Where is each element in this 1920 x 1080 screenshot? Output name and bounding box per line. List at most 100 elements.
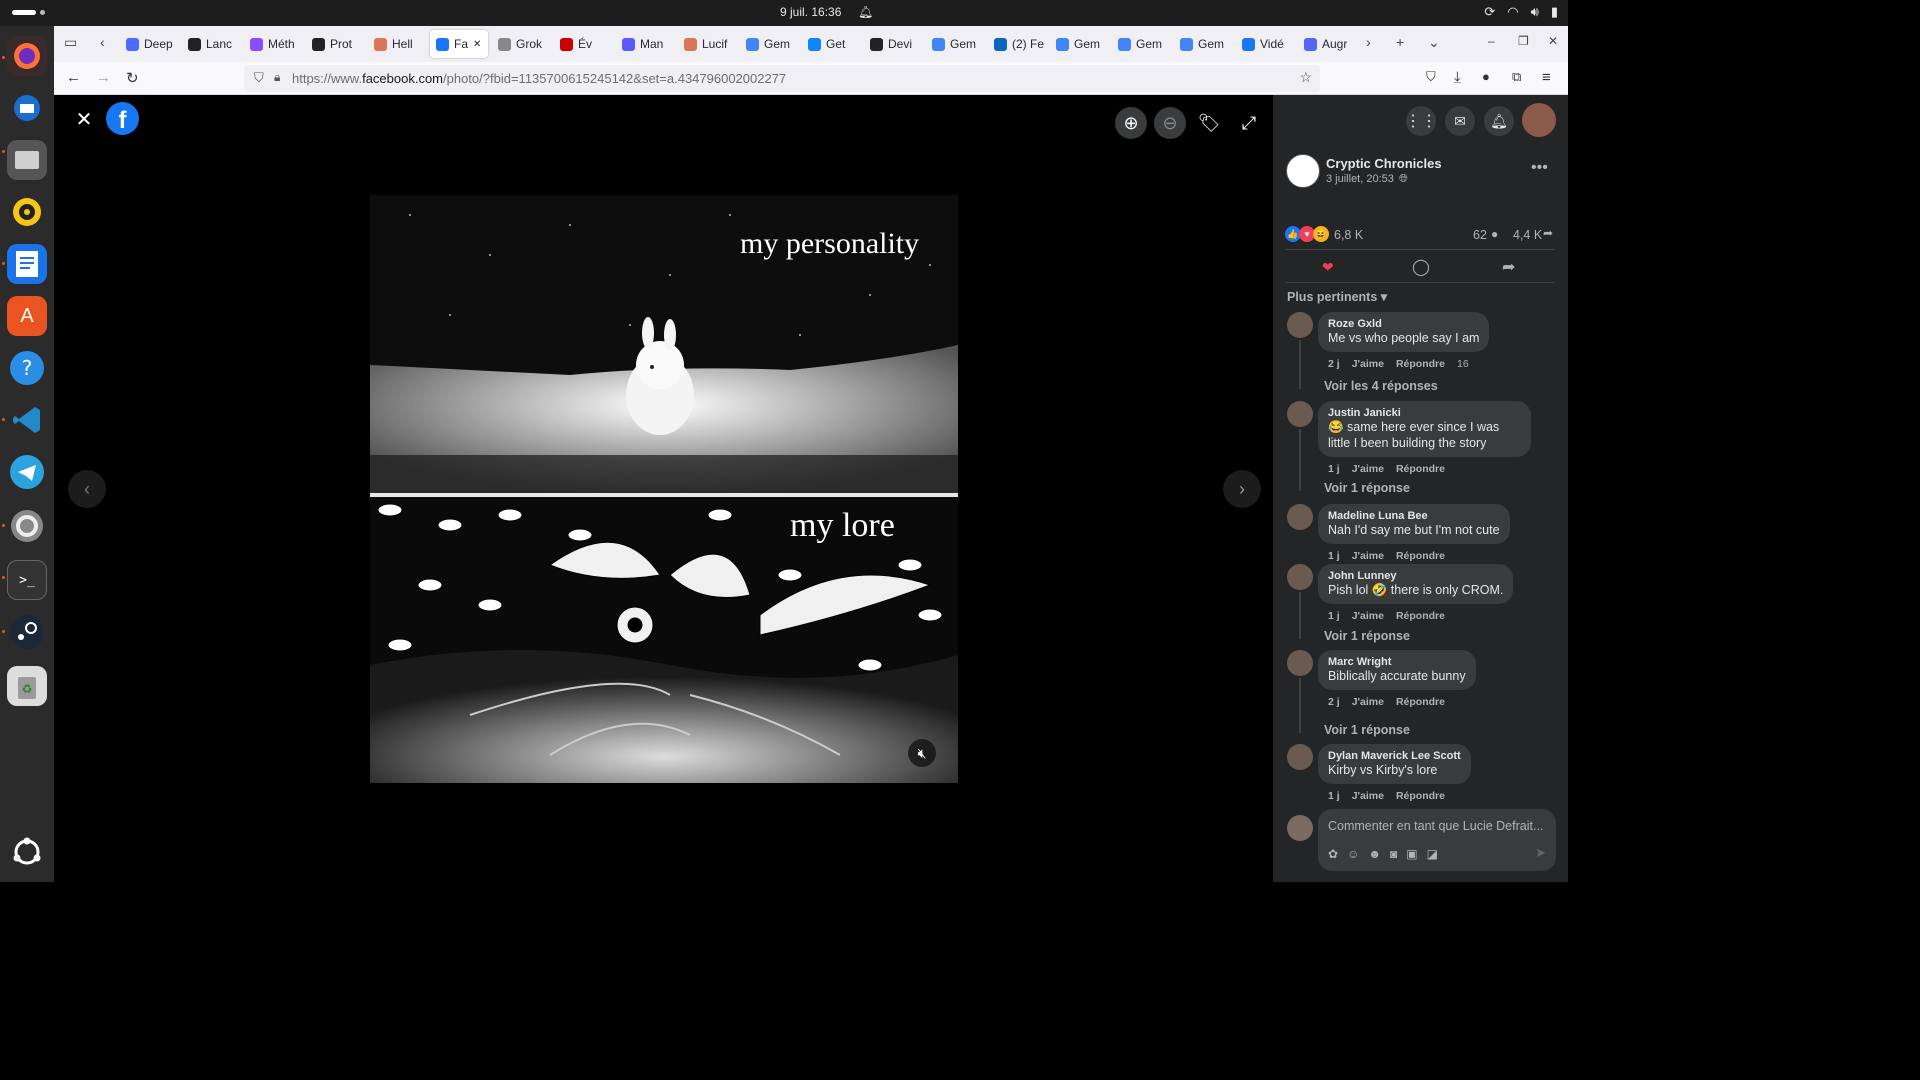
mute-icon[interactable]: 🔇︎ (908, 739, 936, 767)
clock[interactable]: 9 juil. 16:36 (780, 5, 841, 19)
system-tray[interactable]: ⟳ ◠ 🔊︎ ▮ (1484, 4, 1558, 20)
like-comment-button[interactable]: J'aime (1352, 696, 1384, 708)
like-comment-button[interactable]: J'aime (1352, 550, 1384, 562)
tab-4[interactable]: Hell (368, 30, 426, 58)
comment-button-icon[interactable]: ◯ (1412, 257, 1430, 277)
vscode-icon[interactable] (7, 400, 47, 440)
update-icon[interactable]: ⟳ (1484, 4, 1495, 20)
close-tab-icon[interactable]: ✕ (473, 39, 481, 50)
minimize-button[interactable]: – (1488, 34, 1495, 48)
commenter-avatar[interactable] (1287, 401, 1313, 427)
like-comment-button[interactable]: J'aime (1352, 790, 1384, 802)
comment-author[interactable]: John Lunney (1328, 570, 1503, 582)
page-name[interactable]: Cryptic Chronicles (1326, 156, 1442, 171)
reply-button[interactable]: Répondre (1396, 358, 1445, 370)
tag-icon[interactable]: 🏷︎ (1193, 107, 1225, 139)
tab-15[interactable]: Gem (1050, 30, 1108, 58)
tab-1[interactable]: Lanc (182, 30, 240, 58)
view-replies-link[interactable]: Voir 1 réponse (1324, 481, 1410, 495)
comment-age[interactable]: 1 j (1328, 550, 1340, 562)
steam-icon[interactable] (7, 612, 47, 652)
user-avatar[interactable] (1522, 103, 1556, 137)
bookmark-star-icon[interactable]: ☆ (1299, 69, 1312, 86)
commenter-avatar[interactable] (1287, 504, 1313, 530)
app-center-icon[interactable]: A (7, 296, 47, 336)
like-comment-button[interactable]: J'aime (1352, 463, 1384, 475)
help-icon[interactable]: ? (7, 348, 47, 388)
tab-10[interactable]: Gem (740, 30, 798, 58)
commenter-avatar[interactable] (1287, 564, 1313, 590)
extensions-icon[interactable]: ⧉ (1512, 69, 1521, 85)
url-text[interactable]: https://www.facebook.com/photo/?fbid=113… (292, 71, 786, 86)
tab-scroll-right-icon[interactable]: › (1366, 34, 1371, 50)
comment-author[interactable]: Roze Gxld (1328, 318, 1479, 330)
commenter-avatar[interactable] (1287, 312, 1313, 338)
show-apps-icon[interactable] (7, 832, 47, 872)
account-icon[interactable]: ● (1482, 69, 1490, 84)
reply-button[interactable]: Répondre (1396, 696, 1445, 708)
tab-11[interactable]: Get (802, 30, 860, 58)
smiley-icon[interactable]: ☻ (1368, 847, 1381, 861)
comments-count[interactable]: 62 (1473, 228, 1487, 242)
settings-icon[interactable] (7, 506, 47, 546)
reaction-icons[interactable]: 👍 ♥ 😆 (1285, 226, 1329, 242)
lock-icon[interactable]: 🔒︎ (274, 70, 280, 85)
reactions-count[interactable]: 6,8 K (1334, 228, 1363, 242)
tab-18[interactable]: Vidé (1236, 30, 1294, 58)
comment-age[interactable]: 2 j (1328, 358, 1340, 370)
notification-bell-icon[interactable]: 🔔︎ (858, 5, 873, 19)
post-photo[interactable]: my personality my lore 🔇︎ (370, 195, 958, 783)
reply-button[interactable]: Répondre (1396, 550, 1445, 562)
reply-button[interactable]: Répondre (1396, 463, 1445, 475)
comment-age[interactable]: 1 j (1328, 610, 1340, 622)
firefox-icon[interactable] (7, 36, 47, 76)
like-comment-button[interactable]: J'aime (1352, 358, 1384, 370)
terminal-icon[interactable]: >_ (7, 560, 47, 600)
tab-12[interactable]: Devi (864, 30, 922, 58)
emoji-icon[interactable]: ☺ (1347, 847, 1359, 861)
sort-dropdown[interactable]: Plus pertinents ▾ (1287, 289, 1387, 304)
tab-7[interactable]: Év (554, 30, 612, 58)
reply-button[interactable]: Répondre (1396, 790, 1445, 802)
rhythmbox-icon[interactable] (7, 192, 47, 232)
pocket-icon[interactable]: ⛉ (1426, 69, 1436, 85)
post-options-button[interactable]: ••• (1531, 159, 1548, 177)
commenter-avatar[interactable] (1287, 815, 1313, 841)
url-bar[interactable]: ⛉ 🔒︎ https://www.facebook.com/photo/?fbi… (244, 65, 1320, 92)
camera-icon[interactable]: ◙ (1390, 847, 1397, 861)
tab-0[interactable]: Deep (120, 30, 178, 58)
tab-19[interactable]: Augr (1298, 30, 1356, 58)
shares-count[interactable]: 4,4 K (1513, 228, 1542, 242)
love-button-icon[interactable]: ❤ (1322, 259, 1334, 276)
tab-14[interactable]: (2) Fe (988, 30, 1046, 58)
reload-button[interactable]: ↻ (126, 69, 139, 87)
comment-author[interactable]: Dylan Maverick Lee Scott (1328, 750, 1461, 762)
comment-input-box[interactable]: Commenter en tant que Lucie Defrait... ✿… (1318, 809, 1556, 871)
like-comment-button[interactable]: J'aime (1352, 610, 1384, 622)
telegram-icon[interactable] (7, 452, 47, 492)
menu-icon[interactable]: ≡ (1542, 69, 1551, 86)
comment-input[interactable]: Commenter en tant que Lucie Defrait... (1328, 819, 1543, 833)
avatar-sticker-icon[interactable]: ✿ (1328, 847, 1338, 861)
next-photo-button[interactable]: › (1223, 470, 1261, 508)
fullscreen-button[interactable]: ⤢ (1233, 107, 1265, 139)
zoom-in-button[interactable]: ⊕ (1115, 107, 1147, 139)
activities-indicator[interactable] (12, 10, 36, 15)
downloads-icon[interactable]: ⤓ (1454, 69, 1461, 86)
new-tab-button[interactable]: + (1396, 34, 1404, 50)
tab-overview-icon[interactable]: ▭ (64, 34, 77, 51)
share-button-icon[interactable]: ➦ (1502, 257, 1515, 277)
tab-2[interactable]: Méth (244, 30, 302, 58)
close-window-button[interactable]: ✕ (1548, 34, 1558, 48)
post-date[interactable]: 3 juillet, 20:53 (1326, 173, 1394, 185)
notifications-icon[interactable]: 🔔︎ (1484, 106, 1514, 136)
sticker-icon[interactable]: ◪ (1427, 847, 1438, 861)
commenter-avatar[interactable] (1287, 744, 1313, 770)
tab-5[interactable]: Fa ✕ (430, 30, 488, 58)
reply-button[interactable]: Répondre (1396, 610, 1445, 622)
tab-8[interactable]: Man (616, 30, 674, 58)
back-button[interactable]: ← (66, 69, 81, 86)
gif-icon[interactable]: ▣ (1406, 847, 1417, 861)
tab-9[interactable]: Lucif (678, 30, 736, 58)
close-viewer-button[interactable]: ✕ (68, 103, 100, 135)
